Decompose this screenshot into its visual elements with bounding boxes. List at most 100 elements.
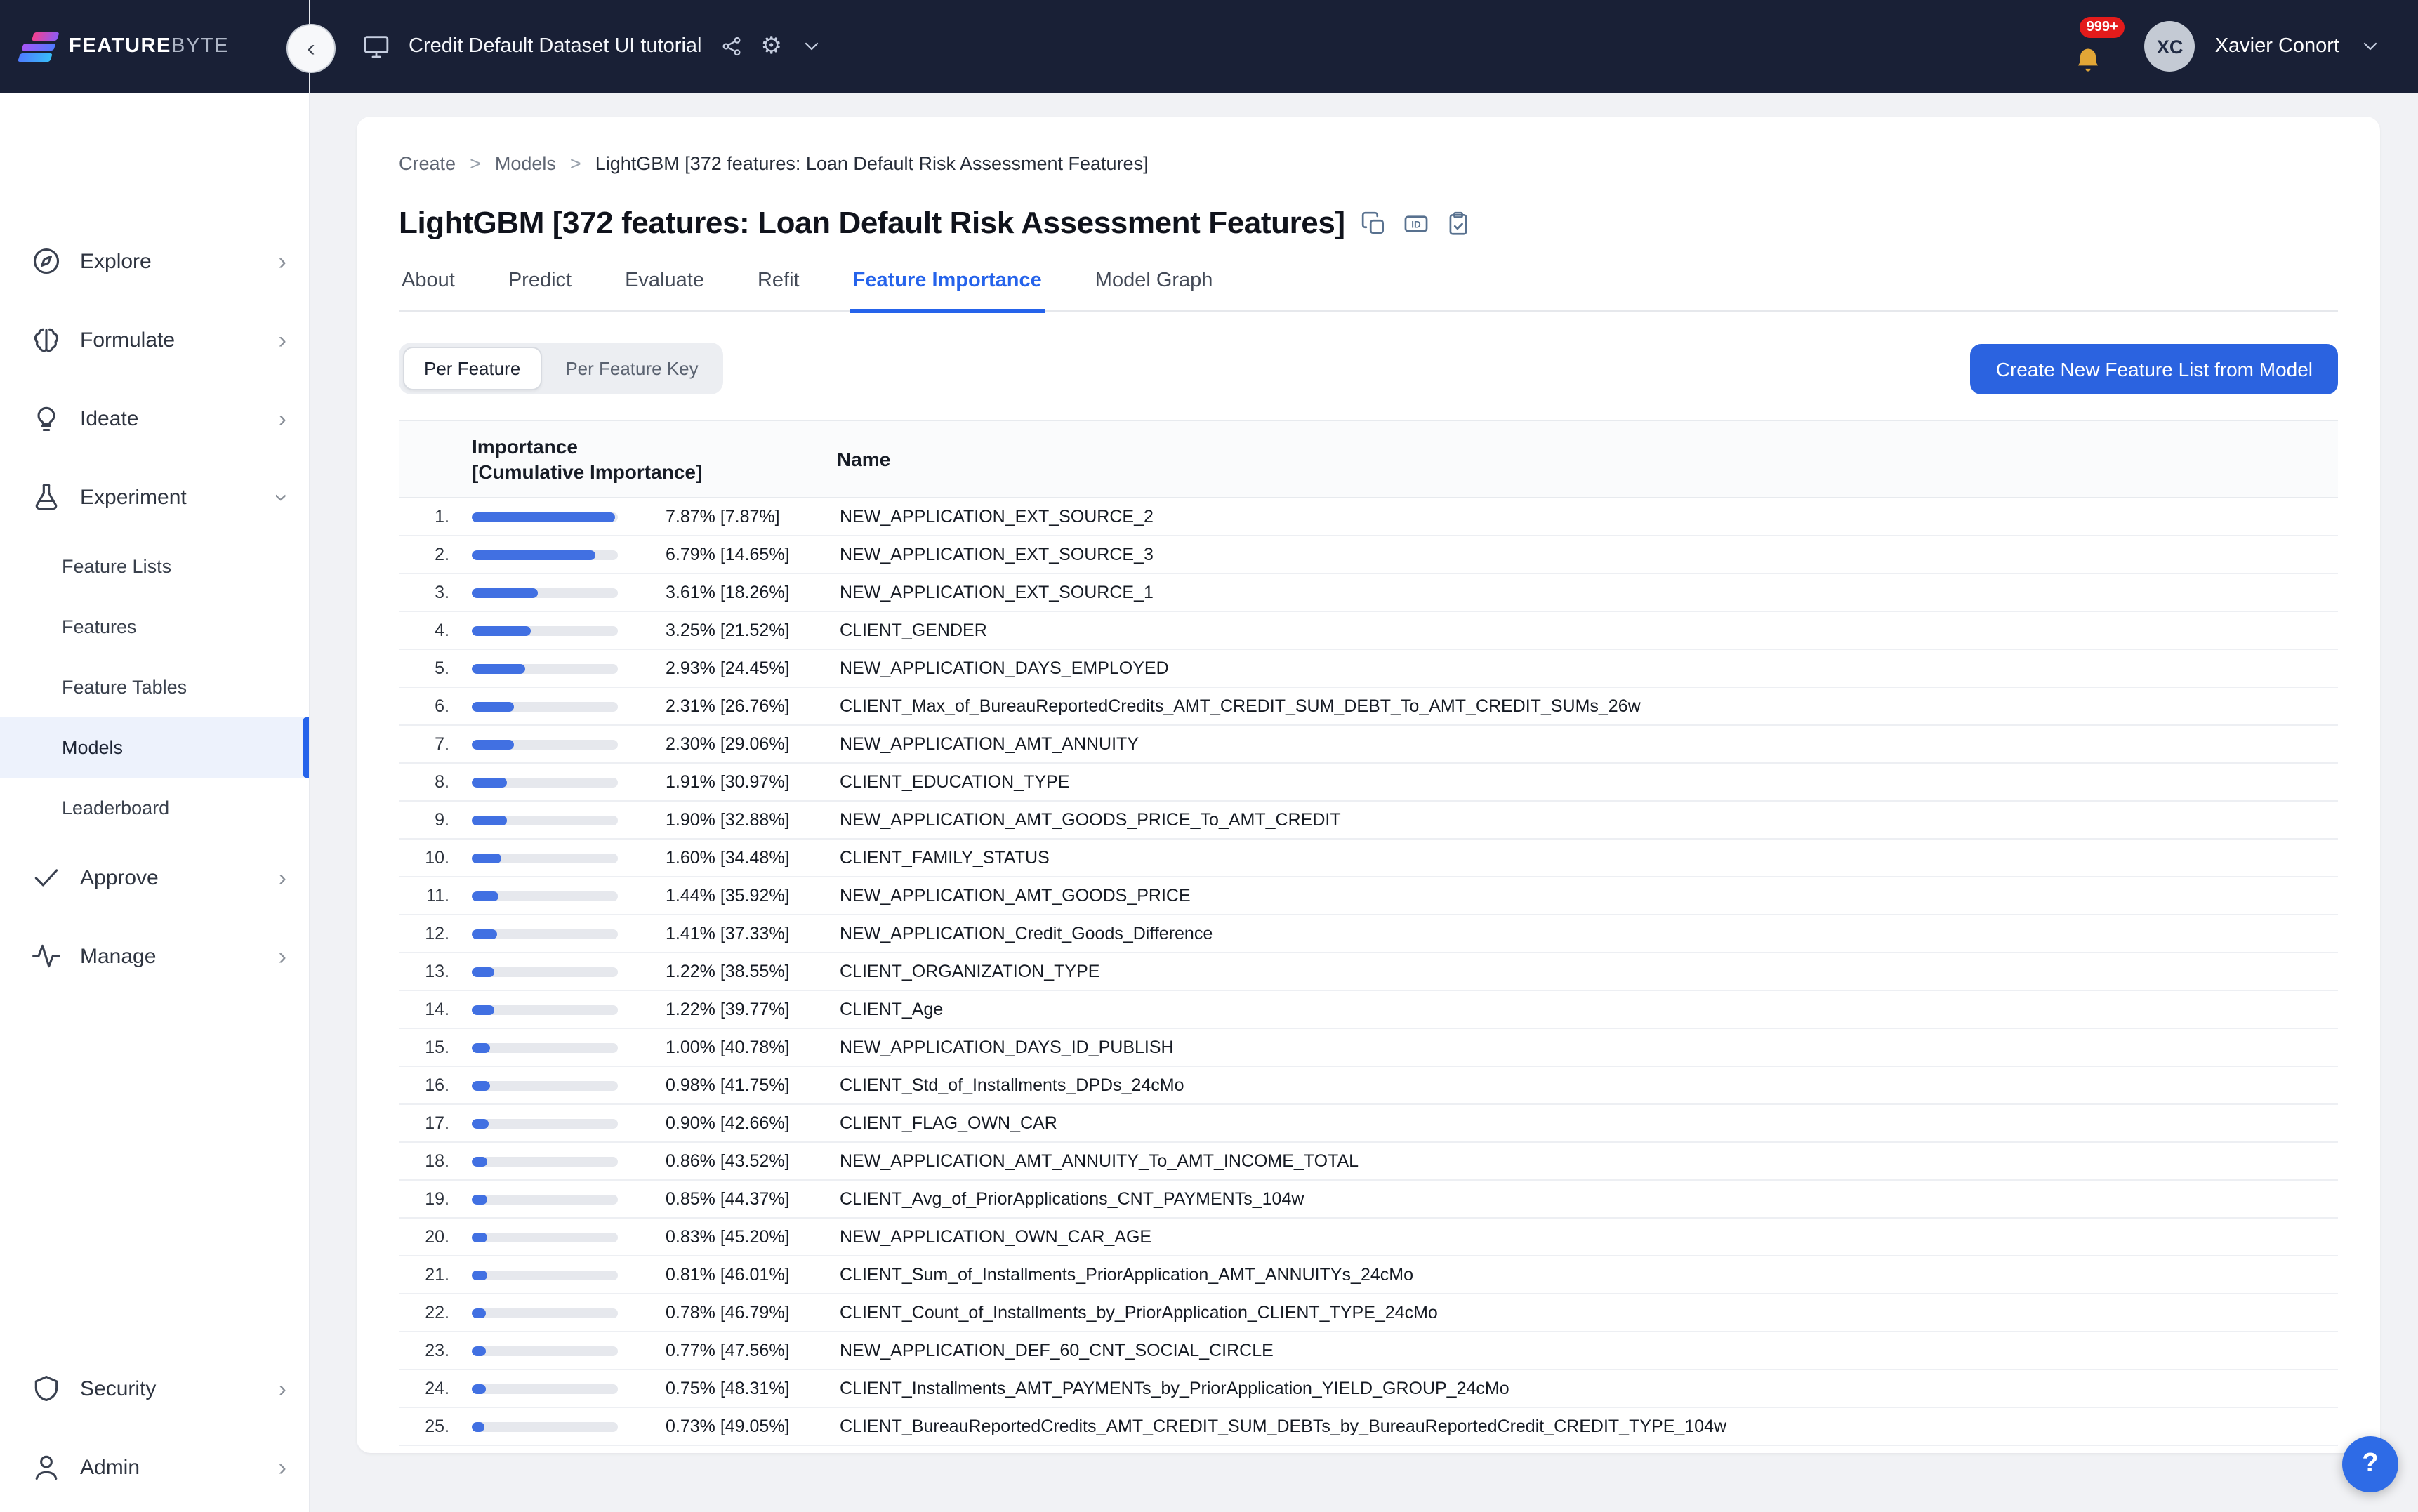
- importance-bar: [472, 1005, 646, 1015]
- tab-model-graph[interactable]: Model Graph: [1092, 264, 1216, 313]
- chevron-right-icon: ›: [279, 1455, 286, 1479]
- share-icon[interactable]: [720, 35, 742, 58]
- row-rank: 14.: [399, 1000, 472, 1020]
- importance-bar: [472, 512, 646, 522]
- importance-bar-fill: [472, 929, 498, 939]
- tab-evaluate[interactable]: Evaluate: [622, 264, 707, 313]
- sidebar: FEATUREBYTE Explore › Formulate › Ideate…: [0, 0, 309, 1512]
- table-row[interactable]: 8. 1.91% [30.97%] CLIENT_EDUCATION_TYPE: [399, 764, 2338, 802]
- row-importance-label: 0.78% [46.79%]: [646, 1304, 837, 1323]
- table-row[interactable]: 14. 1.22% [39.77%] CLIENT_Age: [399, 992, 2338, 1030]
- table-row[interactable]: 11. 1.44% [35.92%] NEW_APPLICATION_AMT_G…: [399, 878, 2338, 916]
- table-row[interactable]: 26. 0.71% [49.75%] NEW_APPLICATION_FLAG_…: [399, 1447, 2338, 1453]
- subitem-label: Models: [62, 737, 123, 758]
- table-row[interactable]: 4. 3.25% [21.52%] CLIENT_GENDER: [399, 613, 2338, 651]
- table-row[interactable]: 22. 0.78% [46.79%] CLIENT_Count_of_Insta…: [399, 1295, 2338, 1333]
- sidebar-subitem-feature-tables[interactable]: Feature Tables: [0, 657, 309, 717]
- shield-icon: [31, 1373, 62, 1404]
- table-row[interactable]: 10. 1.60% [34.48%] CLIENT_FAMILY_STATUS: [399, 840, 2338, 878]
- row-importance-label: 1.44% [35.92%]: [646, 887, 837, 906]
- table-row[interactable]: 17. 0.90% [42.66%] CLIENT_FLAG_OWN_CAR: [399, 1106, 2338, 1143]
- workspace-title[interactable]: Credit Default Dataset UI tutorial: [409, 35, 701, 58]
- table-row[interactable]: 6. 2.31% [26.76%] CLIENT_Max_of_BureauRe…: [399, 689, 2338, 727]
- sidebar-subitem-features[interactable]: Features: [0, 597, 309, 657]
- sidebar-item-formulate[interactable]: Formulate ›: [0, 300, 309, 379]
- row-rank: 19.: [399, 1190, 472, 1209]
- table-row[interactable]: 2. 6.79% [14.65%] NEW_APPLICATION_EXT_SO…: [399, 537, 2338, 575]
- tab-predict[interactable]: Predict: [506, 264, 574, 313]
- table-row[interactable]: 9. 1.90% [32.88%] NEW_APPLICATION_AMT_GO…: [399, 802, 2338, 840]
- breadcrumb-link-models[interactable]: Models: [495, 153, 556, 174]
- table-row[interactable]: 1. 7.87% [7.87%] NEW_APPLICATION_EXT_SOU…: [399, 499, 2338, 537]
- importance-bar-track: [472, 1157, 618, 1167]
- sidebar-collapse-button[interactable]: ‹: [286, 24, 336, 73]
- tab-refit[interactable]: Refit: [755, 264, 802, 313]
- importance-bar-track: [472, 1043, 618, 1053]
- row-name: NEW_APPLICATION_DAYS_EMPLOYED: [837, 659, 2338, 679]
- breadcrumb-separator: >: [470, 153, 481, 174]
- table-row[interactable]: 25. 0.73% [49.05%] CLIENT_BureauReported…: [399, 1409, 2338, 1447]
- sidebar-item-security[interactable]: Security ›: [0, 1349, 309, 1428]
- tab-feature-importance[interactable]: Feature Importance: [850, 264, 1045, 313]
- importance-bar-track: [472, 1005, 618, 1015]
- help-button[interactable]: ?: [2342, 1436, 2398, 1492]
- toggle-per-feature[interactable]: Per Feature: [403, 347, 541, 390]
- row-name: NEW_APPLICATION_AMT_ANNUITY: [837, 735, 2338, 755]
- table-row[interactable]: 15. 1.00% [40.78%] NEW_APPLICATION_DAYS_…: [399, 1030, 2338, 1068]
- sidebar-subitem-feature-lists[interactable]: Feature Lists: [0, 536, 309, 597]
- table-row[interactable]: 19. 0.85% [44.37%] CLIENT_Avg_of_PriorAp…: [399, 1181, 2338, 1219]
- sidebar-subitem-models[interactable]: Models: [0, 717, 309, 778]
- table-row[interactable]: 20. 0.83% [45.20%] NEW_APPLICATION_OWN_C…: [399, 1219, 2338, 1257]
- sidebar-item-experiment[interactable]: Experiment ›: [0, 458, 309, 536]
- table-row[interactable]: 7. 2.30% [29.06%] NEW_APPLICATION_AMT_AN…: [399, 727, 2338, 764]
- table-row[interactable]: 18. 0.86% [43.52%] NEW_APPLICATION_AMT_A…: [399, 1143, 2338, 1181]
- tab-about[interactable]: About: [399, 264, 458, 313]
- table-row[interactable]: 23. 0.77% [47.56%] NEW_APPLICATION_DEF_6…: [399, 1333, 2338, 1371]
- table-row[interactable]: 3. 3.61% [18.26%] NEW_APPLICATION_EXT_SO…: [399, 575, 2338, 613]
- chevron-right-icon: ›: [279, 944, 286, 968]
- toggle-per-feature-key[interactable]: Per Feature Key: [544, 347, 719, 390]
- settings-gear-icon[interactable]: ⚙: [760, 34, 782, 58]
- row-importance-label: 3.61% [18.26%]: [646, 583, 837, 603]
- clipboard-check-icon[interactable]: [1445, 210, 1472, 237]
- row-rank: 2.: [399, 545, 472, 565]
- table-row[interactable]: 12. 1.41% [37.33%] NEW_APPLICATION_Credi…: [399, 916, 2338, 954]
- table-row[interactable]: 24. 0.75% [48.31%] CLIENT_Installments_A…: [399, 1371, 2338, 1409]
- importance-bar-track: [472, 740, 618, 750]
- row-importance-label: 2.31% [26.76%]: [646, 697, 837, 717]
- sidebar-item-explore[interactable]: Explore ›: [0, 222, 309, 300]
- sidebar-subitem-leaderboard[interactable]: Leaderboard: [0, 778, 309, 838]
- row-importance-label: 0.73% [49.05%]: [646, 1417, 837, 1437]
- sidebar-item-manage[interactable]: Manage ›: [0, 917, 309, 995]
- table-row[interactable]: 16. 0.98% [41.75%] CLIENT_Std_of_Install…: [399, 1068, 2338, 1106]
- sidebar-item-admin[interactable]: Admin ›: [0, 1428, 309, 1506]
- notifications-button[interactable]: 999+: [2069, 13, 2125, 80]
- table-row[interactable]: 21. 0.81% [46.01%] CLIENT_Sum_of_Install…: [399, 1257, 2338, 1295]
- logo[interactable]: FEATUREBYTE: [0, 0, 309, 93]
- row-name: NEW_APPLICATION_DEF_60_CNT_SOCIAL_CIRCLE: [837, 1341, 2338, 1361]
- breadcrumb-link-create[interactable]: Create: [399, 153, 456, 174]
- row-name: NEW_APPLICATION_EXT_SOURCE_2: [837, 508, 2338, 527]
- table-row[interactable]: 13. 1.22% [38.55%] CLIENT_ORGANIZATION_T…: [399, 954, 2338, 992]
- importance-bar-fill: [472, 740, 514, 750]
- user-avatar[interactable]: XC: [2145, 21, 2195, 72]
- sidebar-bottom: Security › Admin ›: [0, 1349, 309, 1506]
- table-row[interactable]: 5. 2.93% [24.45%] NEW_APPLICATION_DAYS_E…: [399, 651, 2338, 689]
- create-feature-list-button[interactable]: Create New Feature List from Model: [1971, 343, 2338, 394]
- importance-bar-track: [472, 664, 618, 674]
- workspace-chevron-down-icon[interactable]: [800, 35, 823, 58]
- sidebar-item-approve[interactable]: Approve ›: [0, 838, 309, 917]
- importance-bar-fill: [472, 626, 531, 636]
- row-rank: 1.: [399, 508, 472, 527]
- row-importance-label: 6.79% [14.65%]: [646, 545, 837, 565]
- sidebar-item-label: Approve: [80, 866, 159, 889]
- row-importance-label: 0.90% [42.66%]: [646, 1114, 837, 1134]
- sidebar-item-label: Ideate: [80, 406, 138, 430]
- copy-icon[interactable]: [1361, 210, 1387, 237]
- importance-bar-fill: [472, 1308, 486, 1318]
- importance-bar: [472, 929, 646, 939]
- model-detail-card: Create > Models > LightGBM [372 features…: [357, 117, 2380, 1453]
- sidebar-item-ideate[interactable]: Ideate ›: [0, 379, 309, 458]
- user-menu-chevron-down-icon[interactable]: [2359, 35, 2381, 58]
- id-badge-icon[interactable]: ID: [1403, 210, 1429, 237]
